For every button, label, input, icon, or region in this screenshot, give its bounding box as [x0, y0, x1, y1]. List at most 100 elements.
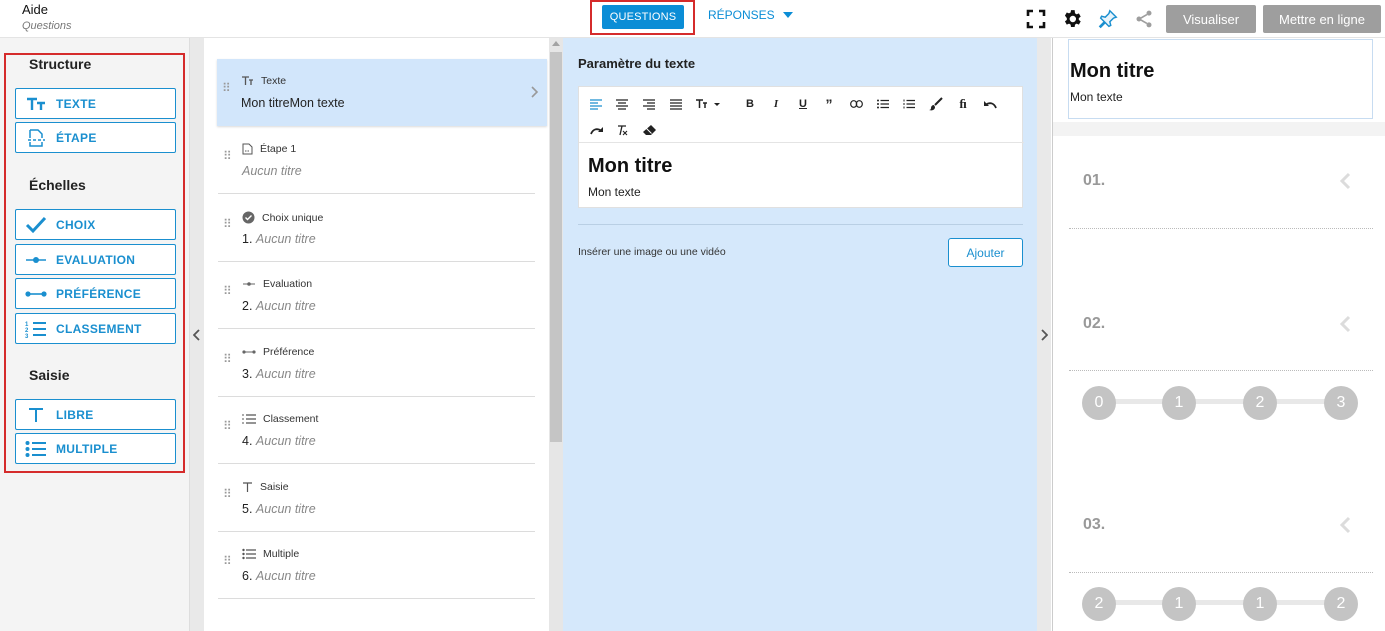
question-item-choice[interactable]: ⠿ Choix unique 1. Aucun titre [218, 195, 535, 262]
font-size-dropdown[interactable] [693, 95, 723, 113]
rich-text-editor[interactable]: B I U ” ﬁ Mon titre Mon texte [578, 86, 1024, 208]
add-media-button[interactable]: Ajouter [948, 238, 1023, 267]
question-item-step[interactable]: ⠿ Étape 1 Aucun titre [218, 127, 535, 194]
add-multiple-button[interactable]: MULTIPLE [15, 433, 176, 464]
align-justify-icon[interactable] [667, 95, 685, 113]
range-icon [16, 289, 56, 299]
svg-text:3: 3 [25, 334, 29, 338]
drag-handle-icon[interactable]: ⠿ [223, 285, 233, 297]
page-break-icon [242, 143, 253, 155]
scale-option[interactable]: 3 [1324, 386, 1358, 420]
quote-icon[interactable]: ” [820, 95, 838, 113]
special-char-icon[interactable]: ﬁ [954, 95, 972, 113]
redo-icon[interactable] [587, 121, 605, 139]
scroll-up-icon[interactable] [552, 41, 560, 46]
gear-icon[interactable] [1061, 8, 1083, 30]
question-title-empty: Aucun titre [255, 569, 316, 583]
bold-icon[interactable]: B [741, 95, 759, 113]
questions-tab[interactable]: QUESTIONS [602, 5, 684, 29]
question-item-preference[interactable]: ⠿ Préférence 3. Aucun titre [218, 330, 535, 397]
numbered-list-icon[interactable] [900, 95, 918, 113]
question-item-multiple[interactable]: ⠿ Multiple 6. Aucun titre [218, 532, 535, 599]
responses-tab[interactable]: RÉPONSES [708, 8, 793, 22]
scale-option[interactable]: 2 [1324, 587, 1358, 621]
question-kind: Texte [241, 75, 286, 87]
chevron-left-icon[interactable] [1339, 315, 1351, 338]
drag-handle-icon[interactable]: ⠿ [223, 555, 233, 567]
question-number: 3. [242, 367, 253, 381]
add-text-button[interactable]: TEXTE [15, 88, 176, 119]
share-icon[interactable] [1133, 8, 1155, 30]
preview-button[interactable]: Visualiser [1166, 5, 1256, 33]
align-right-icon[interactable] [640, 95, 658, 113]
brush-icon[interactable] [927, 95, 945, 113]
scroll-thumb[interactable] [550, 52, 562, 442]
drag-handle-icon[interactable]: ⠿ [222, 82, 232, 94]
question-title: Mon titreMon texte [241, 96, 345, 110]
link-icon[interactable] [847, 95, 865, 113]
add-step-button[interactable]: ÉTAPE [15, 122, 176, 153]
italic-icon[interactable]: I [767, 95, 785, 113]
add-free-text-button[interactable]: LIBRE [15, 399, 176, 430]
question-number: 1. [242, 232, 253, 246]
eraser-icon[interactable] [640, 121, 658, 139]
scale-option[interactable]: 1 [1162, 386, 1196, 420]
drag-handle-icon[interactable]: ⠿ [223, 420, 233, 432]
pin-icon[interactable] [1097, 8, 1119, 30]
scale-option[interactable]: 1 [1243, 587, 1277, 621]
question-kind: Saisie [242, 481, 289, 493]
range-icon [242, 350, 256, 354]
question-item-input[interactable]: ⠿ Saisie 5. Aucun titre [218, 465, 535, 532]
section-title-structure: Structure [29, 56, 92, 72]
add-step-label: ÉTAPE [56, 130, 97, 145]
page-break-icon [16, 128, 56, 147]
question-kind: Classement [242, 413, 318, 425]
underline-icon[interactable]: U [794, 95, 812, 113]
align-center-icon[interactable] [613, 95, 631, 113]
collapse-preview-button[interactable] [1037, 38, 1051, 631]
chevron-left-icon[interactable] [1339, 172, 1351, 195]
add-ranking-label: CLASSEMENT [56, 321, 142, 336]
responses-tab-label: RÉPONSES [708, 8, 775, 22]
scale-option[interactable]: 1 [1162, 587, 1196, 621]
question-title: 6. Aucun titre [242, 569, 316, 583]
question-item-ranking[interactable]: ⠿ Classement 4. Aucun titre [218, 397, 535, 464]
publish-button[interactable]: Mettre en ligne [1263, 5, 1381, 33]
preview-separator [1053, 122, 1385, 136]
add-ranking-button[interactable]: 123 CLASSEMENT [15, 313, 176, 344]
add-evaluation-button[interactable]: EVALUATION [15, 244, 176, 275]
ordered-list-icon [242, 414, 256, 424]
add-preference-button[interactable]: PRÉFÉRENCE [15, 278, 176, 309]
editor-content-text[interactable]: Mon texte [588, 185, 641, 199]
add-choice-button[interactable]: CHOIX [15, 209, 176, 240]
ordered-list-icon: 123 [16, 320, 56, 338]
list-scrollbar[interactable] [549, 38, 563, 631]
bullet-list-icon[interactable] [874, 95, 892, 113]
preview-question-number: 03. [1083, 516, 1106, 533]
align-left-icon[interactable] [587, 95, 605, 113]
drag-handle-icon[interactable]: ⠿ [223, 218, 233, 230]
clear-format-icon[interactable] [613, 121, 631, 139]
chevron-left-icon[interactable] [1339, 516, 1351, 539]
preview-panel: Mon titre Mon texte 01. 02. 0 1 2 3 03. … [1052, 38, 1385, 631]
chevron-right-icon [531, 85, 539, 103]
question-title-empty: Aucun titre [242, 164, 302, 178]
question-item-evaluation[interactable]: ⠿ Evaluation 2. Aucun titre [218, 262, 535, 329]
question-title: Aucun titre [242, 164, 302, 178]
drag-handle-icon[interactable]: ⠿ [223, 488, 233, 500]
question-title: 5. Aucun titre [242, 502, 316, 516]
undo-icon[interactable] [981, 95, 999, 113]
scale-option[interactable]: 0 [1082, 386, 1116, 420]
question-item-text[interactable]: ⠿ Texte Mon titreMon texte [217, 59, 547, 126]
editor-content-title[interactable]: Mon titre [588, 155, 672, 178]
section-title-scales: Échelles [29, 177, 86, 193]
chevron-left-icon [193, 328, 200, 341]
question-number: 2. [242, 299, 253, 313]
add-free-text-label: LIBRE [56, 407, 94, 422]
fullscreen-icon[interactable] [1025, 8, 1047, 30]
scale-option[interactable]: 2 [1243, 386, 1277, 420]
collapse-tools-button[interactable] [190, 38, 204, 631]
scale-option[interactable]: 2 [1082, 587, 1116, 621]
drag-handle-icon[interactable]: ⠿ [223, 353, 233, 365]
drag-handle-icon[interactable]: ⠿ [223, 150, 233, 162]
